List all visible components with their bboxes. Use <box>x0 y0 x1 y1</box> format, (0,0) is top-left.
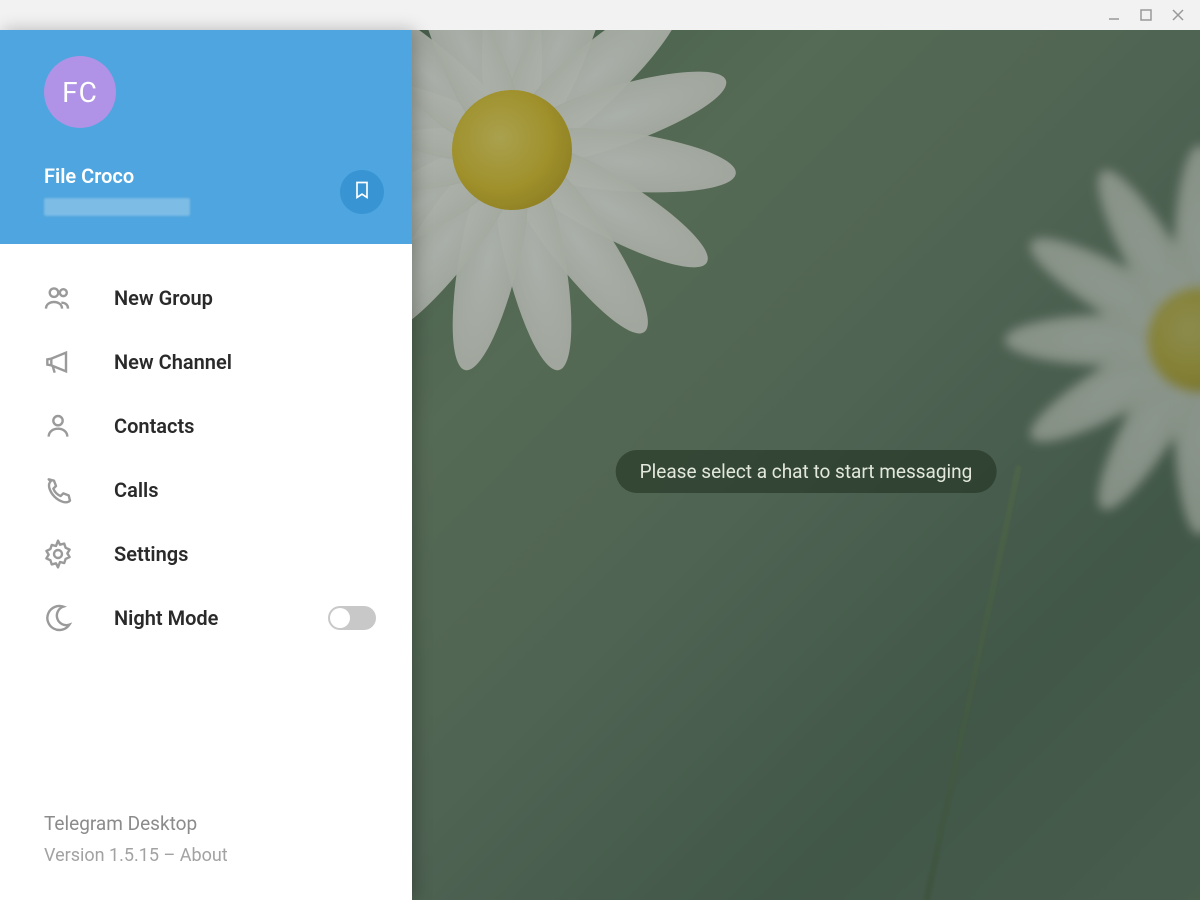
titlebar <box>0 0 1200 30</box>
menu-item-calls[interactable]: Calls <box>0 458 412 522</box>
app-body: FC File Croco New Group New C <box>0 30 1200 900</box>
drawer-footer: Telegram Desktop Version 1.5.15 – About <box>0 812 412 900</box>
saved-messages-button[interactable] <box>340 170 384 214</box>
menu-item-new-group[interactable]: New Group <box>0 266 412 330</box>
drawer-header: FC File Croco <box>0 30 412 244</box>
group-icon <box>40 280 76 316</box>
avatar[interactable]: FC <box>44 56 116 128</box>
menu-label: Settings <box>114 542 188 566</box>
window-close-button[interactable] <box>1164 4 1192 26</box>
menu-item-new-channel[interactable]: New Channel <box>0 330 412 394</box>
gear-icon <box>40 536 76 572</box>
menu-label: Contacts <box>114 414 194 438</box>
night-mode-toggle[interactable] <box>328 606 376 630</box>
moon-icon <box>40 600 76 636</box>
menu-item-settings[interactable]: Settings <box>0 522 412 586</box>
window-maximize-button[interactable] <box>1132 4 1160 26</box>
menu-label: Calls <box>114 478 159 502</box>
avatar-initials: FC <box>62 76 98 109</box>
megaphone-icon <box>40 344 76 380</box>
window-minimize-button[interactable] <box>1100 4 1128 26</box>
phone-icon <box>40 472 76 508</box>
user-name: File Croco <box>44 164 384 188</box>
person-icon <box>40 408 76 444</box>
chat-area: Please select a chat to start messaging <box>412 30 1200 900</box>
app-name: Telegram Desktop <box>44 812 412 835</box>
empty-chat-placeholder: Please select a chat to start messaging <box>616 450 997 493</box>
bookmark-icon <box>352 180 372 204</box>
menu-item-night-mode[interactable]: Night Mode <box>0 586 412 650</box>
menu-drawer: FC File Croco New Group New C <box>0 30 412 900</box>
menu-label: New Channel <box>114 350 232 374</box>
menu-item-contacts[interactable]: Contacts <box>0 394 412 458</box>
app-version-about[interactable]: Version 1.5.15 – About <box>44 845 412 866</box>
menu-label: New Group <box>114 286 213 310</box>
menu-label: Night Mode <box>114 606 218 630</box>
phone-number-redacted <box>44 198 190 216</box>
menu-list: New Group New Channel Contacts Calls <box>0 244 412 812</box>
